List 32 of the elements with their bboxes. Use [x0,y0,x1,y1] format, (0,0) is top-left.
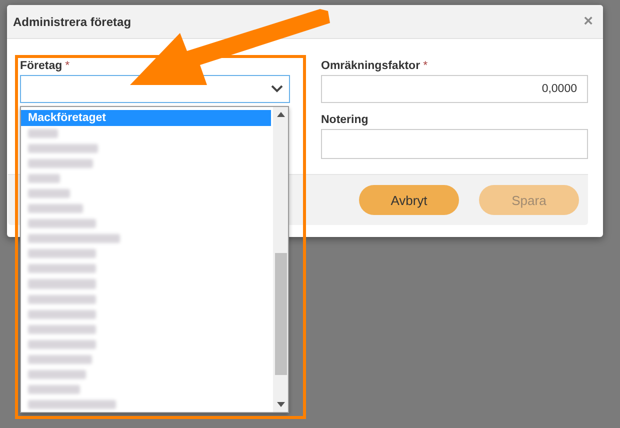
blurred-option [28,294,96,304]
scroll-up-icon[interactable] [276,112,284,117]
cancel-button[interactable]: Avbryt [359,185,459,215]
field-label: Företag * [20,60,71,72]
blurred-option [28,204,83,214]
blurred-option [28,264,96,274]
blurred-option [28,370,86,379]
blurred-option [28,310,96,319]
blurred-option [28,340,96,349]
blurred-option [28,159,93,168]
field-label: Notering [321,114,370,126]
blurred-option [28,174,60,184]
chevron-down-icon [271,85,283,93]
dropdown-option[interactable]: Mackföretaget [21,110,271,126]
blurred-option [28,249,96,258]
blurred-option [28,189,70,198]
blurred-option [28,144,98,154]
blurred-option [28,354,92,364]
blurred-option [28,129,58,138]
close-button[interactable]: × [580,12,597,30]
dialog-title: Administrera företag [13,14,132,28]
note-input[interactable] [321,129,588,159]
blurred-option [28,279,96,289]
blurred-option [28,219,96,228]
company-select[interactable] [20,75,290,103]
conversion-input[interactable]: 0,0000 [321,75,588,103]
blurred-option [28,384,80,394]
scroll-down-icon[interactable] [276,402,284,407]
blurred-option [28,324,96,334]
scrollbar-thumb[interactable] [274,252,286,374]
scrollbar[interactable] [273,107,288,412]
field-label: Omräkningsfaktor * [321,60,429,72]
